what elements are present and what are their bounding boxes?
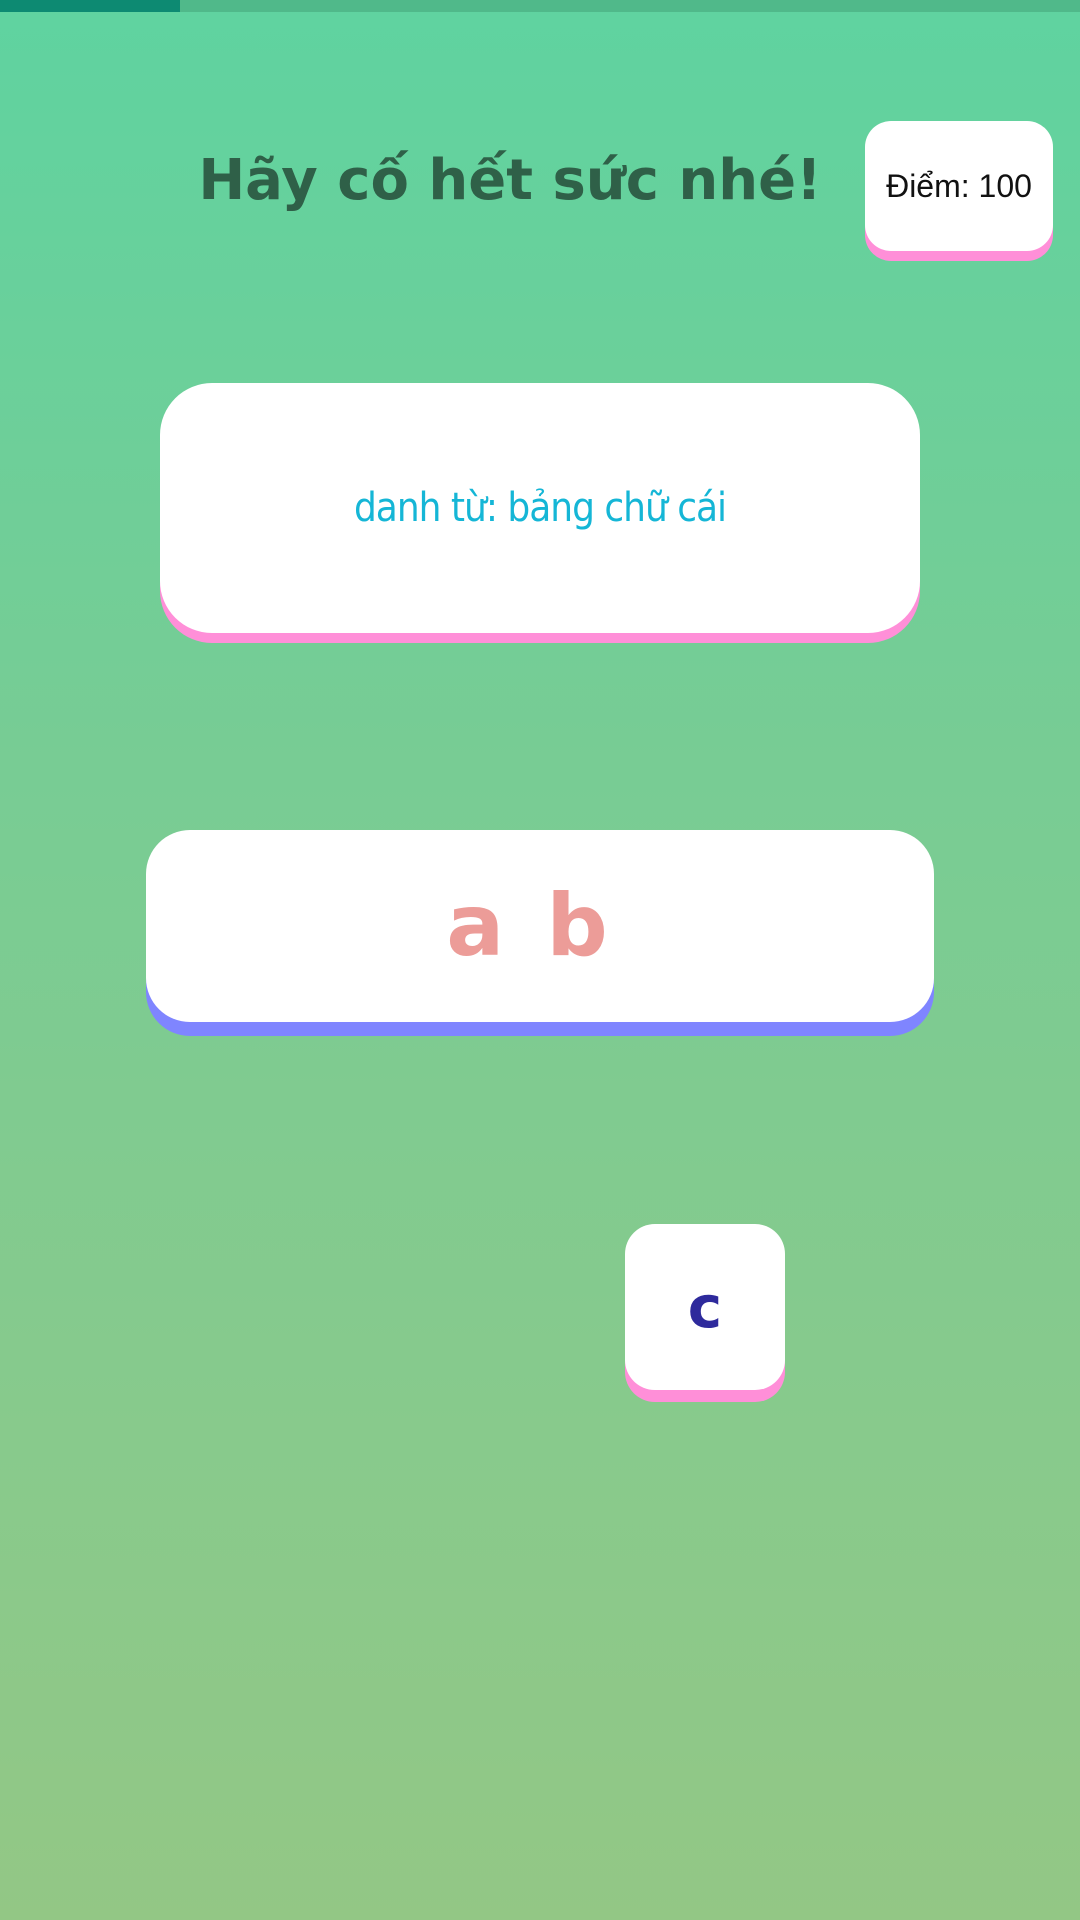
page-title: Hãy cố hết sức nhé! — [198, 148, 822, 213]
score-card: Điểm: 100 — [865, 121, 1053, 251]
answer-slot[interactable]: a b — [146, 830, 934, 1022]
progress-bar — [0, 0, 1080, 12]
question-text: danh từ: bảng chữ cái — [353, 485, 727, 531]
score-label: Điểm: 100 — [886, 167, 1032, 204]
question-card: danh từ: bảng chữ cái — [160, 383, 920, 633]
answer-text: a b — [446, 876, 614, 976]
letter-tile-label: c — [687, 1273, 723, 1341]
progress-bar-fill — [0, 0, 181, 12]
letter-tile-c[interactable]: c — [625, 1224, 785, 1390]
